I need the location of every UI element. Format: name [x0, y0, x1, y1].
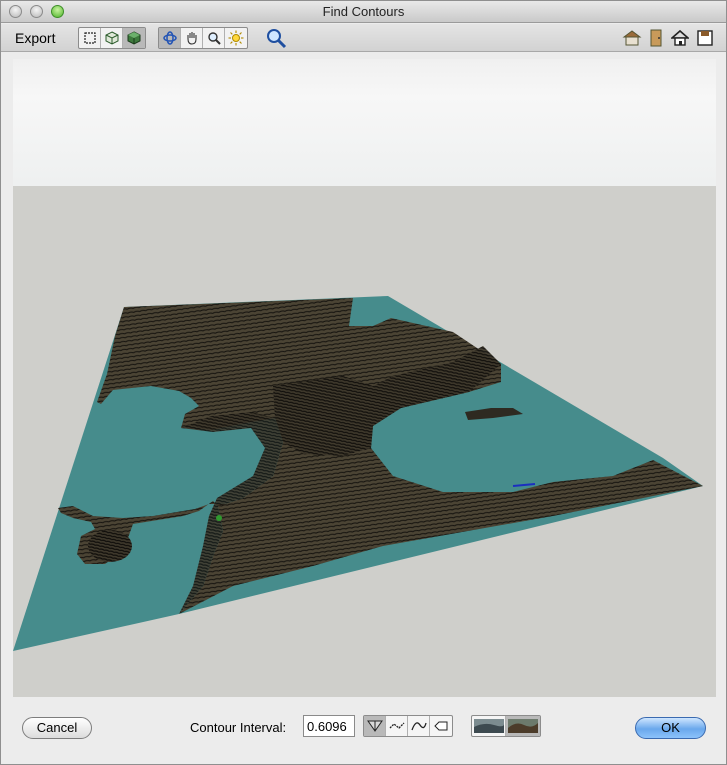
contour-interval-label: Contour Interval: — [190, 720, 287, 735]
contour-tool-group — [363, 715, 453, 737]
window-title: Find Contours — [322, 4, 405, 19]
terrain-3d-viewport[interactable] — [13, 186, 716, 697]
cube-solid-icon[interactable] — [123, 28, 145, 48]
title-bar[interactable]: Find Contours — [1, 1, 726, 23]
minimize-window-button[interactable] — [30, 5, 43, 18]
triangle-mesh-icon[interactable] — [364, 716, 386, 736]
navigation-group — [158, 27, 248, 49]
toolbar: Export — [1, 24, 726, 52]
smooth-curve-icon[interactable] — [408, 716, 430, 736]
house-3d-icon[interactable] — [620, 27, 644, 49]
view-mode-group — [78, 27, 146, 49]
site-marker — [216, 515, 222, 521]
terrain-islet — [88, 530, 132, 562]
zoom-icon[interactable] — [203, 28, 225, 48]
zoom-window-button[interactable] — [51, 5, 64, 18]
close-window-button[interactable] — [9, 5, 22, 18]
save-icon[interactable] — [693, 27, 717, 49]
home-icon[interactable] — [668, 27, 692, 49]
orbit-icon[interactable] — [159, 28, 181, 48]
terrain-thumb-2[interactable] — [506, 716, 540, 736]
cube-wire-icon[interactable] — [101, 28, 123, 48]
find-contours-window: Find Contours Export Cancel Contour Inte… — [0, 0, 727, 765]
polyline-icon[interactable] — [386, 716, 408, 736]
ok-button[interactable]: OK — [635, 717, 706, 739]
bottom-bar: Cancel Contour Interval: 0.6096 OK — [1, 701, 726, 765]
sun-icon[interactable] — [225, 28, 247, 48]
terrain-render — [13, 296, 703, 651]
preview-header-area — [13, 59, 716, 186]
zoom-extents-icon[interactable] — [264, 27, 288, 49]
door-icon[interactable] — [644, 27, 668, 49]
export-button[interactable]: Export — [15, 29, 55, 47]
terrain-style-group — [471, 715, 541, 737]
cancel-button[interactable]: Cancel — [22, 717, 92, 739]
rect-select-icon[interactable] — [79, 28, 101, 48]
eraser-icon[interactable] — [430, 716, 452, 736]
hand-pan-icon[interactable] — [181, 28, 203, 48]
terrain-thumb-1[interactable] — [472, 716, 506, 736]
contour-interval-input[interactable] — [303, 715, 355, 737]
